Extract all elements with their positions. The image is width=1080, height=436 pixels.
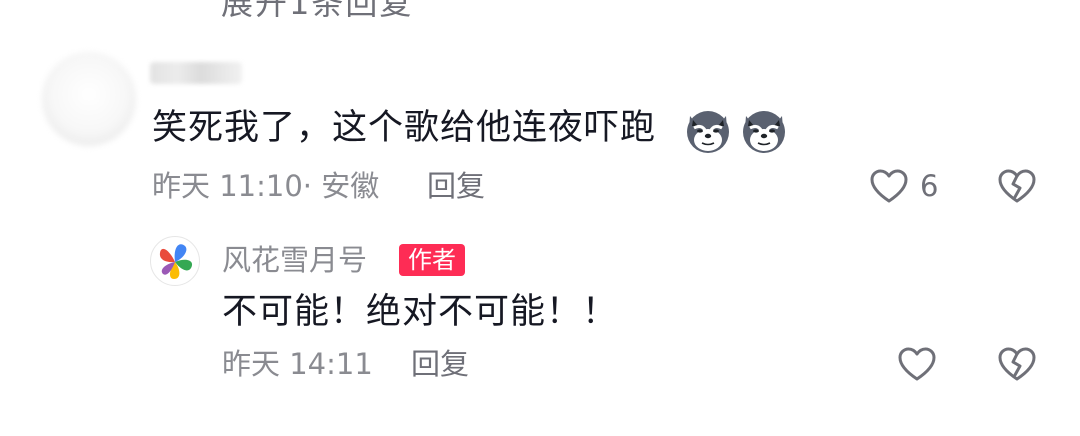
reply-avatar[interactable] — [150, 236, 200, 286]
avatar[interactable] — [42, 52, 136, 146]
heart-icon[interactable] — [897, 345, 937, 385]
comment-location: · 安徽 — [302, 169, 380, 203]
wolf-emoji-icon — [740, 106, 788, 154]
broken-heart-icon[interactable] — [997, 345, 1037, 385]
comment-text: 笑死我了，这个歌给他连夜吓跑 — [152, 108, 657, 148]
heart-icon[interactable] — [869, 167, 909, 207]
reply-button[interactable]: 回复 — [427, 168, 485, 204]
reply-text: 不可能！绝对不可能！！ — [222, 292, 619, 332]
wolf-emoji-icon — [684, 106, 732, 154]
comment-time: 昨天 11:10 — [152, 169, 303, 203]
like-count: 6 — [920, 169, 939, 203]
reply-button[interactable]: 回复 — [411, 346, 469, 382]
expand-replies-text[interactable]: 展开1条回复 — [221, 0, 413, 24]
comment-meta: 昨天 11:10· 安徽 — [152, 168, 379, 204]
reply-username[interactable]: 风花雪月号 — [222, 242, 367, 278]
author-badge: 作者 — [399, 244, 465, 276]
reply-time: 昨天 14:11 — [222, 347, 373, 381]
broken-heart-icon[interactable] — [997, 167, 1037, 207]
username-blurred[interactable] — [150, 62, 242, 84]
